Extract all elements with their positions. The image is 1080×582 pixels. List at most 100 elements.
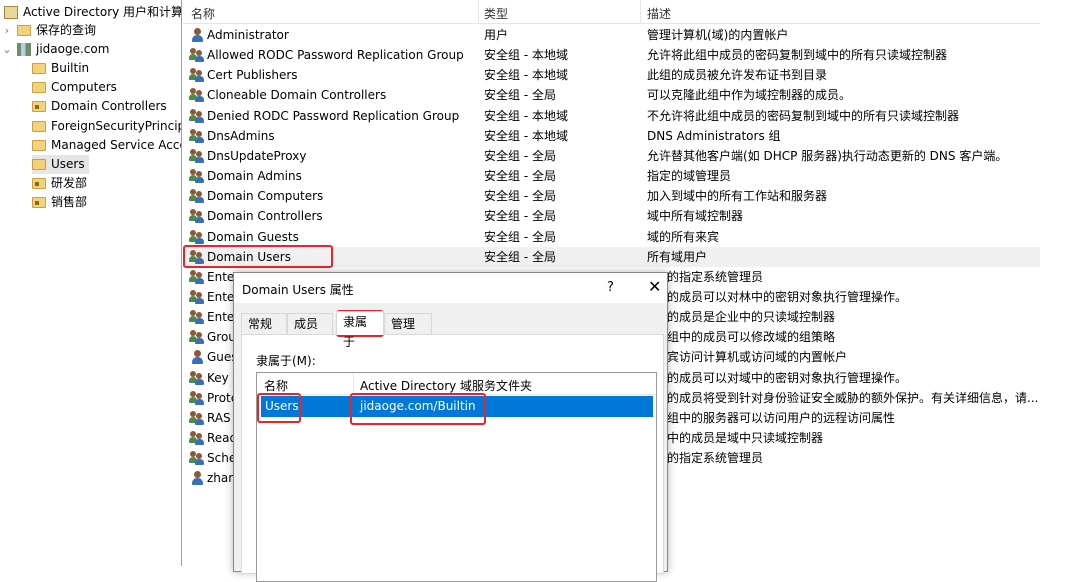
tree-item[interactable]: Computers [32, 78, 121, 97]
list-row[interactable]: Cloneable Domain Controllers 安全组 - 全局 可以克隆… [183, 85, 1040, 105]
tree-label: Builtin [51, 61, 90, 75]
list-row[interactable]: DnsUpdateProxy 安全组 - 全局 允许替其他客户端(如 DHCP 服务… [183, 146, 1040, 166]
object-description: 可以克隆此组中作为域控制器的成员。 [647, 88, 852, 103]
list-row[interactable]: Allowed RODC Password Replication Group 安… [183, 45, 1040, 65]
object-description: 组中的服务器可以访问用户的远程访问属性 [667, 410, 896, 425]
group-icon [189, 169, 204, 184]
help-button[interactable]: ? [607, 280, 614, 295]
object-description: 的成员可以对林中的密钥对象执行管理操作。 [667, 289, 908, 304]
object-type: 安全组 - 全局 [484, 169, 556, 184]
tree-label: Managed Service Accounts [51, 137, 181, 152]
object-description: 此组的成员被允许发布证书到目录 [647, 68, 828, 83]
tab-general[interactable]: 常规 [241, 313, 287, 335]
list-row[interactable]: Denied RODC Password Replication Group 安全… [183, 106, 1040, 126]
object-name: Grou [207, 330, 236, 345]
ou-icon [32, 101, 46, 113]
object-type: 安全组 - 全局 [484, 249, 556, 264]
tree-item[interactable]: 销售部 [32, 193, 91, 212]
tab-members[interactable]: 成员 [287, 313, 333, 335]
domain-icon [17, 43, 31, 56]
object-description: 的成员将受到针对身份验证安全威胁的额外保护。有关详细信息，请... [667, 390, 1039, 405]
column-divider[interactable] [353, 373, 354, 395]
object-description: 中的成员是域中只读域控制器 [667, 431, 824, 445]
object-name: Domain Computers [207, 189, 324, 204]
tree-item[interactable]: Users [32, 155, 89, 174]
object-name: Domain Users [207, 249, 291, 264]
list-row[interactable]: Domain Controllers 安全组 - 全局 域中所有域控制器 [183, 206, 1040, 226]
object-type: 安全组 - 全局 [484, 189, 556, 204]
list-row[interactable]: Domain Admins 安全组 - 全局 指定的域管理员 [183, 166, 1040, 186]
console-tree: Active Directory 用户和计算机 › 保存的查询 ⌄ jidaog… [0, 0, 182, 566]
listview-header: 名称 Active Directory 域服务文件夹 [257, 373, 656, 395]
member-of-label: 隶属于(M): [256, 354, 316, 368]
group-icon [189, 48, 204, 63]
object-name: Domain Guests [207, 229, 299, 244]
tree-item[interactable]: Builtin [32, 59, 93, 78]
tree-label: Domain Controllers [51, 99, 167, 114]
folder-icon [32, 82, 46, 94]
tree-label: Computers [51, 80, 117, 95]
group-icon [189, 189, 204, 204]
object-description: 允许将此组中成员的密码复制到域中的所有只读域控制器 [647, 48, 948, 63]
tree-item[interactable]: Managed Service Accounts [32, 136, 181, 155]
group-icon [189, 431, 204, 445]
column-divider[interactable] [640, 0, 641, 24]
group-icon [189, 88, 204, 103]
chevron-down-icon[interactable]: ⌄ [2, 40, 12, 59]
close-button[interactable]: ✕ [648, 277, 661, 296]
column-header-folder[interactable]: Active Directory 域服务文件夹 [360, 377, 532, 394]
column-header-name[interactable]: 名称 [191, 5, 215, 22]
snapin-icon [4, 6, 18, 19]
object-description: 的成员可以对域中的密钥对象执行管理操作。 [667, 370, 908, 385]
tree-item[interactable]: ForeignSecurityPrincipals [32, 117, 181, 136]
list-row[interactable]: Domain Computers 安全组 - 全局 加入到域中的所有工作站和服务器 [183, 186, 1040, 206]
object-description: 的指定系统管理员 [667, 451, 764, 466]
object-type: 安全组 - 全局 [484, 229, 556, 244]
tree-item[interactable]: Domain Controllers [32, 97, 171, 116]
object-description: 宾访问计算机或访问域的内置帐户 [667, 350, 848, 365]
user-icon [190, 350, 204, 365]
object-name: Denied RODC Password Replication Group [207, 108, 460, 123]
chevron-right-icon[interactable]: › [2, 21, 12, 40]
column-header-type[interactable]: 类型 [484, 5, 508, 22]
column-header-name[interactable]: 名称 [264, 377, 288, 394]
list-row[interactable]: Domain Users 安全组 - 全局 所有域用户 [183, 246, 1040, 267]
object-description: 不允许将此组中成员的密码复制到域中的所有只读域控制器 [647, 108, 960, 123]
object-description: 组中的成员可以修改域的组策略 [667, 330, 836, 345]
tree-item[interactable]: 研发部 [32, 174, 91, 193]
member-of-listview[interactable]: 名称 Active Directory 域服务文件夹 Users jidaoge… [256, 372, 657, 582]
dialog-titlebar[interactable]: Domain Users 属性 ? ✕ [234, 273, 667, 303]
tree-label: ForeignSecurityPrincipals [51, 118, 181, 133]
tab-managed-by[interactable]: 管理者 [384, 313, 432, 351]
dialog-title: Domain Users 属性 [242, 283, 354, 297]
tree-domain[interactable]: ⌄ jidaoge.com [2, 40, 109, 59]
group-icon [189, 451, 204, 466]
listview-row[interactable]: Users jidaoge.com/Builtin [261, 396, 653, 417]
object-type: 用户 [484, 28, 509, 42]
object-name: Ente [207, 269, 235, 284]
column-header-description[interactable]: 描述 [647, 5, 671, 22]
group-icon [189, 229, 204, 244]
list-row[interactable]: DnsAdmins 安全组 - 本地域 DNS Administrators 组 [183, 126, 1040, 146]
object-description: 允许替其他客户端(如 DHCP 服务器)执行动态更新的 DNS 客户端。 [647, 148, 1008, 163]
tree-root-label: Active Directory 用户和计算机 [23, 5, 182, 19]
tab-member-of[interactable]: 隶属于 [336, 311, 384, 349]
list-row[interactable]: Cert Publishers 安全组 - 本地域 此组的成员被允许发布证书到目录 [183, 65, 1040, 85]
list-row[interactable]: Domain Guests 安全组 - 全局 域的所有来宾 [183, 227, 1040, 247]
user-icon [190, 471, 204, 486]
object-name: Allowed RODC Password Replication Group [207, 48, 464, 63]
tree-saved-queries[interactable]: › 保存的查询 [2, 21, 96, 40]
group-icon [189, 249, 204, 264]
list-row[interactable]: Administrator 用户 管理计算机(域)的内置帐户 [183, 25, 1040, 45]
column-divider[interactable] [478, 0, 479, 24]
object-name: Administrator [207, 28, 289, 42]
folder-icon [32, 63, 46, 74]
tree-label: 研发部 [51, 176, 88, 191]
object-name: RAS [207, 410, 231, 425]
group-icon [189, 370, 204, 385]
properties-dialog: Domain Users 属性 ? ✕ 常规 成员 隶属于 管理者 隶属于(M)… [233, 272, 668, 582]
group-icon [189, 269, 204, 284]
object-description: 域中所有域控制器 [647, 209, 744, 224]
tree-root[interactable]: Active Directory 用户和计算机 [4, 3, 182, 22]
tree-label: 销售部 [51, 195, 88, 210]
